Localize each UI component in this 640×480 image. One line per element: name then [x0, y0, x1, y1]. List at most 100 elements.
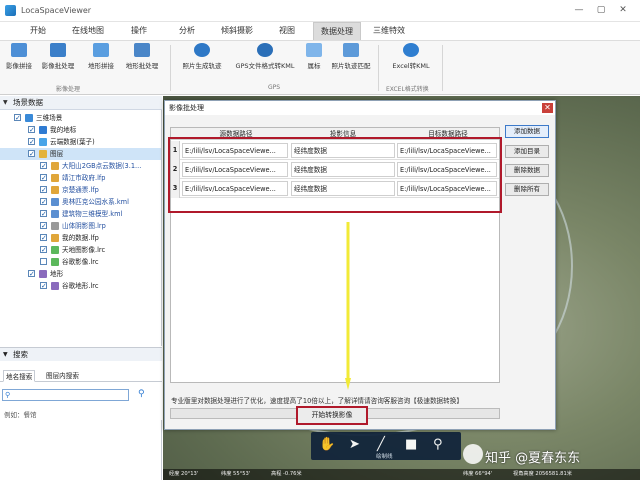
menu-start[interactable]: 开始 [24, 22, 52, 40]
dialog-close-button[interactable]: ✕ [542, 103, 553, 113]
draw-line-label: 绘制线 [376, 454, 393, 460]
search-panel-header[interactable]: ▼ 搜索 [0, 347, 162, 361]
tree-item-label: 山体阴影图.lrp [62, 222, 106, 230]
scene-tree: 三维场景我的地标云端数据(葉子) 图层大阳山2GB点云数据(3.1... 靖江市政府… [0, 110, 162, 346]
tree-item[interactable]: 京楚通票.lfp [0, 184, 161, 196]
dialog-title: 影像批处理 [165, 101, 555, 115]
tree-checkbox[interactable] [40, 244, 47, 256]
collapse-icon[interactable]: ▼ [3, 348, 8, 362]
terrain-batch-button[interactable]: 地形批处理 [122, 43, 162, 70]
tree-checkbox[interactable] [40, 184, 47, 196]
marker-button[interactable]: 属标 [302, 43, 326, 70]
select-arrow-icon[interactable]: ➤ [349, 437, 360, 452]
collapse-icon[interactable]: ▼ [3, 96, 8, 110]
layer-icon [25, 114, 33, 122]
place-marker-icon[interactable]: ⚲ [433, 437, 443, 452]
image-mosaic-button[interactable]: 影像拼接 [2, 43, 36, 70]
image-batch-button[interactable]: 影像批处理 [38, 43, 78, 70]
menu-3d-effects[interactable]: 三维特效 [367, 22, 411, 40]
layer-icon [39, 138, 47, 146]
tab-layer-search[interactable]: 图层内搜索 [44, 370, 81, 382]
layer-icon [51, 246, 59, 254]
excel-to-kml-button[interactable]: Excel转KML [384, 43, 438, 70]
tree-item-label: 图层 [50, 150, 64, 158]
tree-checkbox[interactable] [40, 280, 47, 292]
tree-checkbox[interactable] [28, 148, 35, 160]
search-icon[interactable]: ⚲ [138, 389, 145, 399]
tree-checkbox[interactable] [40, 258, 47, 265]
tree-checkbox[interactable] [40, 208, 47, 220]
image-batch-icon [50, 43, 66, 57]
tree-item[interactable]: 天地图影像.lrc [0, 244, 161, 256]
start-convert-button[interactable]: 开始转换影像 [296, 406, 368, 425]
tree-checkbox[interactable] [28, 268, 35, 280]
image-batch-dialog: 影像批处理 ✕ 源数据路径 投影信息 目标数据路径 1 E:/lili/lsv/L… [164, 100, 556, 430]
gps-to-kml-button[interactable]: GPS文件格式转KML [230, 43, 300, 70]
tree-checkbox[interactable] [40, 220, 47, 232]
layer-icon [39, 126, 47, 134]
tree-checkbox[interactable] [28, 124, 35, 136]
title-bar: LocaSpaceViewer — ▢ ✕ [0, 0, 640, 22]
draw-line-icon[interactable]: ╱ [377, 437, 385, 452]
minimize-button[interactable]: — [572, 4, 586, 16]
tree-item[interactable]: 建筑物三维模型.kml [0, 208, 161, 220]
menu-data-processing[interactable]: 数据处理 [313, 22, 361, 40]
group-label-gps: GPS [268, 84, 281, 91]
tree-item[interactable]: 谷歌影像.lrc [0, 256, 161, 268]
group-label-excel: EXCEL格式转换 [386, 86, 429, 93]
marker-icon [306, 43, 322, 57]
tree-item[interactable]: 三维场景 [0, 112, 161, 124]
tree-checkbox[interactable] [28, 136, 35, 148]
status-longitude: 经度 20°13' [169, 471, 199, 477]
tree-checkbox[interactable] [40, 172, 47, 184]
menu-online-map[interactable]: 在线地图 [66, 22, 110, 40]
delete-data-button[interactable]: 删除数据 [505, 164, 549, 177]
watermark-text: 知乎 @夏春东东 [485, 451, 581, 466]
pan-hand-icon[interactable]: ✋ [319, 437, 335, 452]
tree-item[interactable]: 靖江市政府.lfp [0, 172, 161, 184]
photo-track-match-button[interactable]: 照片轨迹匹配 [328, 43, 374, 70]
tree-item[interactable]: 大阳山2GB点云数据(3.1... [0, 160, 161, 172]
tree-item[interactable]: 谷歌地形.lrc [0, 280, 161, 292]
pro-version-note: 专业版里对数据处理进行了优化，速度提高了10倍以上，了解详情请咨询客服咨询【极速… [171, 397, 463, 405]
tab-place-search[interactable]: 地名搜索 [3, 370, 36, 382]
search-input[interactable]: ⚲ [2, 389, 129, 401]
layer-icon [39, 270, 47, 278]
status-elevation: 高程 -0.76米 [271, 471, 302, 477]
tree-checkbox[interactable] [40, 160, 47, 172]
tree-item[interactable]: 云端数据(葉子) [0, 136, 161, 148]
tree-item-label: 大阳山2GB点云数据(3.1... [62, 162, 142, 170]
close-window-button[interactable]: ✕ [616, 4, 630, 16]
app-logo-icon [5, 5, 16, 16]
add-data-button[interactable]: 添加数据 [505, 125, 549, 138]
menu-view[interactable]: 视图 [272, 22, 302, 40]
tree-item-label: 建筑物三维模型.kml [62, 210, 123, 218]
map-status-bar: 经度 20°13' 纬度 55°53' 高程 -0.76米 视角高度 20565… [163, 469, 640, 480]
tree-item[interactable]: 我的地标 [0, 124, 161, 136]
draw-rect-icon[interactable]: ■ [405, 437, 417, 452]
tree-item[interactable]: 山体阴影图.lrp [0, 220, 161, 232]
terrain-mosaic-button[interactable]: 地形拼接 [84, 43, 118, 70]
highlight-outline [168, 137, 502, 213]
tree-item[interactable]: 图层 [0, 148, 161, 160]
tree-item[interactable]: 我的数据.lfp [0, 232, 161, 244]
tree-item[interactable]: 地形 [0, 268, 161, 280]
menu-analysis[interactable]: 分析 [172, 22, 202, 40]
delete-all-button[interactable]: 删除所有 [505, 183, 549, 196]
tree-item-label: 三维场景 [36, 114, 63, 122]
menu-operation[interactable]: 操作 [124, 22, 154, 40]
tree-checkbox[interactable] [40, 196, 47, 208]
scene-data-panel-header[interactable]: ▼ 场景数据 [0, 96, 162, 110]
refresh-icon [403, 43, 419, 57]
layer-icon [51, 174, 59, 182]
tree-item[interactable]: 奥林匹克公园水系.kml [0, 196, 161, 208]
tree-checkbox[interactable] [14, 112, 21, 124]
ribbon-separator [170, 45, 171, 91]
layer-icon [51, 258, 59, 266]
tree-checkbox[interactable] [40, 232, 47, 244]
add-folder-button[interactable]: 添加目录 [505, 145, 549, 158]
search-results-area [0, 420, 162, 480]
maximize-button[interactable]: ▢ [594, 4, 608, 16]
menu-oblique-photo[interactable]: 倾斜摄影 [214, 22, 260, 40]
photo-track-button[interactable]: 照片生成轨迹 [178, 43, 226, 70]
